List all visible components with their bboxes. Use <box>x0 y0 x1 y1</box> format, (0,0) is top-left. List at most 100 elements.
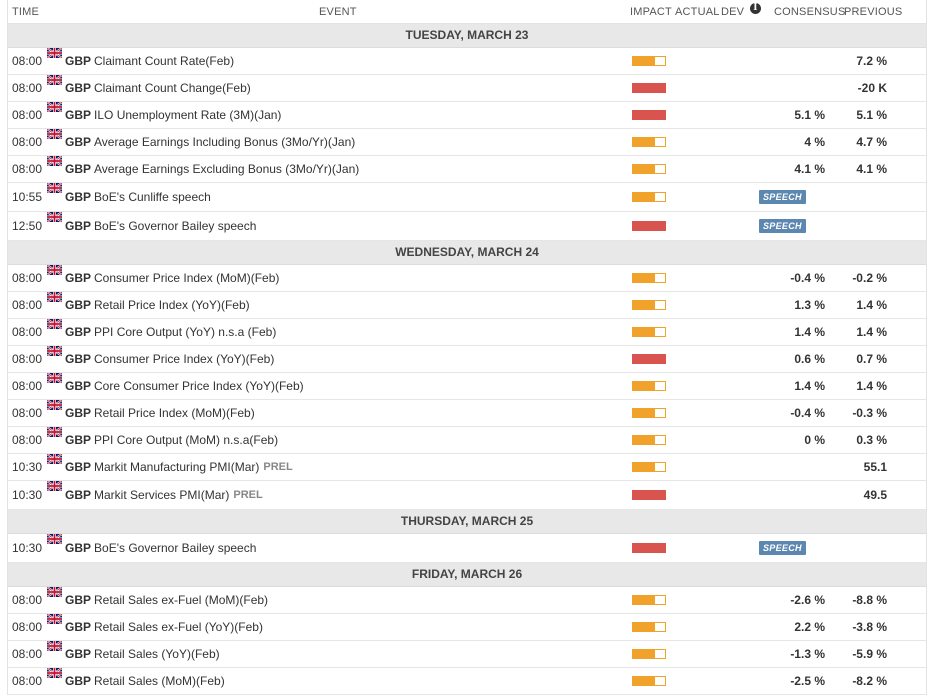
event-title[interactable]: GBP Consumer Price Index (MoM)(Feb) <box>65 265 279 291</box>
event-title[interactable]: GBP Markit Services PMI(Mar) PREL <box>65 481 263 509</box>
event-name[interactable]: Claimant Count Change(Feb) <box>94 81 251 95</box>
header-dev[interactable]: DEV <box>721 6 744 18</box>
currency-code: GBP <box>65 460 92 474</box>
event-time: 08:00 <box>12 647 43 661</box>
table-row[interactable]: 08:00 GBP Retail Sales ex-Fuel (MoM)(Feb) -… <box>8 587 926 614</box>
impact-indicator <box>632 102 666 128</box>
currency-code: GBP <box>65 135 92 149</box>
table-row[interactable]: 08:00 GBP PPI Core Output (MoM) n.s.a(Feb)… <box>8 427 926 454</box>
event-title[interactable]: GBP BoE's Cunliffe speech <box>65 183 211 211</box>
event-title[interactable]: GBP Consumer Price Index (YoY)(Feb) <box>65 346 274 372</box>
speech-badge[interactable]: SPEECH <box>759 219 806 233</box>
event-name[interactable]: Claimant Count Rate(Feb) <box>94 54 234 68</box>
table-row[interactable]: 08:00 GBP PPI Core Output (YoY) n.s.a (Feb… <box>8 319 926 346</box>
impact-medium-bar <box>632 56 666 66</box>
event-title[interactable]: GBP Retail Price Index (YoY)(Feb) <box>65 292 250 318</box>
table-row[interactable]: 10:30 GBP Markit Manufacturing PMI(Mar) PRE… <box>8 454 926 481</box>
event-name[interactable]: Retail Price Index (YoY)(Feb) <box>94 298 250 312</box>
uk-flag-icon <box>47 129 62 139</box>
impact-medium-bar <box>632 649 666 659</box>
event-title[interactable]: GBP ILO Unemployment Rate (3M)(Jan) <box>65 102 281 128</box>
table-row[interactable]: 08:00 GBP ILO Unemployment Rate (3M)(Jan) 5… <box>8 102 926 129</box>
table-row[interactable]: 08:00 GBP Core Consumer Price Index (YoY)(… <box>8 373 926 400</box>
event-title[interactable]: GBP BoE's Governor Bailey speech <box>65 212 256 240</box>
header-previous[interactable]: PREVIOUS <box>844 6 902 18</box>
event-title[interactable]: GBP PPI Core Output (YoY) n.s.a (Feb) <box>65 319 276 345</box>
previous-value: 1.4 % <box>856 325 887 339</box>
previous-value: 4.7 % <box>856 135 887 149</box>
event-name[interactable]: BoE's Governor Bailey speech <box>94 541 256 555</box>
event-name[interactable]: Consumer Price Index (YoY)(Feb) <box>94 352 274 366</box>
header-consensus[interactable]: CONSENSUS <box>774 6 845 18</box>
table-row[interactable]: 08:00 GBP Consumer Price Index (MoM)(Feb) -… <box>8 265 926 292</box>
header-time[interactable]: TIME <box>12 6 39 18</box>
event-name[interactable]: Markit Manufacturing PMI(Mar) <box>94 460 259 474</box>
event-name[interactable]: ILO Unemployment Rate (3M)(Jan) <box>94 108 281 122</box>
impact-indicator <box>632 587 666 613</box>
event-name[interactable]: Markit Services PMI(Mar) <box>94 488 229 502</box>
event-name[interactable]: Average Earnings Excluding Bonus (3Mo/Yr… <box>94 162 359 176</box>
table-row[interactable]: 08:00 GBP Claimant Count Rate(Feb) 7.2 % <box>8 48 926 75</box>
header-actual[interactable]: ACTUAL <box>675 6 720 18</box>
currency-code: GBP <box>65 190 92 204</box>
event-name[interactable]: Retail Price Index (MoM)(Feb) <box>94 406 255 420</box>
impact-high-bar <box>632 490 666 500</box>
table-row[interactable]: 12:50 GBP BoE's Governor Bailey speech SPEE… <box>8 212 926 241</box>
table-row[interactable]: 08:00 GBP Average Earnings Excluding Bonus… <box>8 156 926 183</box>
event-title[interactable]: GBP Average Earnings Excluding Bonus (3Mo… <box>65 156 359 182</box>
table-row[interactable]: 08:00 GBP Average Earnings Including Bonus… <box>8 129 926 156</box>
event-title[interactable]: GBP Retail Sales ex-Fuel (MoM)(Feb) <box>65 587 268 613</box>
currency-code: GBP <box>65 620 92 634</box>
event-name[interactable]: Retail Sales (MoM)(Feb) <box>94 674 225 688</box>
event-name[interactable]: BoE's Governor Bailey speech <box>94 219 256 233</box>
event-title[interactable]: GBP Retail Sales ex-Fuel (YoY)(Feb) <box>65 614 263 640</box>
event-title[interactable]: GBP Claimant Count Change(Feb) <box>65 75 251 101</box>
table-row[interactable]: 08:00 GBP Claimant Count Change(Feb) -20 K <box>8 75 926 102</box>
previous-value: -5.9 % <box>852 647 887 661</box>
speech-badge[interactable]: SPEECH <box>759 541 806 555</box>
table-row[interactable]: 08:00 GBP Consumer Price Index (YoY)(Feb) 0… <box>8 346 926 373</box>
currency-code: GBP <box>65 162 92 176</box>
event-time: 08:00 <box>12 620 43 634</box>
table-row[interactable]: 08:00 GBP Retail Price Index (YoY)(Feb) 1.3… <box>8 292 926 319</box>
event-title[interactable]: GBP Retail Sales (MoM)(Feb) <box>65 668 225 694</box>
event-name[interactable]: BoE's Cunliffe speech <box>94 190 211 204</box>
event-time: 08:00 <box>12 162 43 176</box>
event-time: 10:30 <box>12 460 43 474</box>
impact-medium-bar <box>632 300 666 310</box>
event-name[interactable]: Retail Sales ex-Fuel (MoM)(Feb) <box>94 593 268 607</box>
event-title[interactable]: GBP Claimant Count Rate(Feb) <box>65 48 234 74</box>
table-row[interactable]: 10:55 GBP BoE's Cunliffe speech SPEECH <box>8 183 926 212</box>
event-title[interactable]: GBP Average Earnings Including Bonus (3Mo… <box>65 129 355 155</box>
consensus-value: -2.5 % <box>790 674 825 688</box>
uk-flag-icon <box>47 102 62 112</box>
event-name[interactable]: Consumer Price Index (MoM)(Feb) <box>94 271 279 285</box>
consensus-value: 4 % <box>804 135 825 149</box>
event-name[interactable]: Average Earnings Including Bonus (3Mo/Yr… <box>94 135 355 149</box>
info-icon[interactable]: i <box>750 3 761 14</box>
table-row[interactable]: 08:00 GBP Retail Sales ex-Fuel (YoY)(Feb) 2… <box>8 614 926 641</box>
event-title[interactable]: GBP Markit Manufacturing PMI(Mar) PREL <box>65 454 293 480</box>
event-title[interactable]: GBP Retail Sales (YoY)(Feb) <box>65 641 220 667</box>
event-title[interactable]: GBP Retail Price Index (MoM)(Feb) <box>65 400 255 426</box>
table-row[interactable]: 10:30 GBP BoE's Governor Bailey speech SPEE… <box>8 534 926 563</box>
event-time: 08:00 <box>12 298 43 312</box>
event-title[interactable]: GBP PPI Core Output (MoM) n.s.a(Feb) <box>65 427 278 453</box>
event-time: 08:00 <box>12 81 43 95</box>
event-name[interactable]: Retail Sales (YoY)(Feb) <box>94 647 220 661</box>
table-row[interactable]: 08:00 GBP Retail Sales (YoY)(Feb) -1.3 % -5.… <box>8 641 926 668</box>
header-impact[interactable]: IMPACT <box>630 6 672 18</box>
event-name[interactable]: PPI Core Output (MoM) n.s.a(Feb) <box>94 433 278 447</box>
event-title[interactable]: GBP BoE's Governor Bailey speech <box>65 534 256 562</box>
event-name[interactable]: PPI Core Output (YoY) n.s.a (Feb) <box>94 325 276 339</box>
event-name[interactable]: Retail Sales ex-Fuel (YoY)(Feb) <box>94 620 263 634</box>
table-header: TIME EVENT IMPACT ACTUAL DEV i CONSENSUS… <box>8 0 926 24</box>
speech-badge[interactable]: SPEECH <box>759 190 806 204</box>
header-event[interactable]: EVENT <box>319 6 357 18</box>
event-title[interactable]: GBP Core Consumer Price Index (YoY)(Feb) <box>65 373 304 399</box>
uk-flag-icon <box>47 48 62 58</box>
event-name[interactable]: Core Consumer Price Index (YoY)(Feb) <box>94 379 304 393</box>
table-row[interactable]: 08:00 GBP Retail Price Index (MoM)(Feb) -0.… <box>8 400 926 427</box>
impact-indicator <box>632 481 666 509</box>
table-row[interactable]: 10:30 GBP Markit Services PMI(Mar) PREL 49.5 <box>8 481 926 510</box>
